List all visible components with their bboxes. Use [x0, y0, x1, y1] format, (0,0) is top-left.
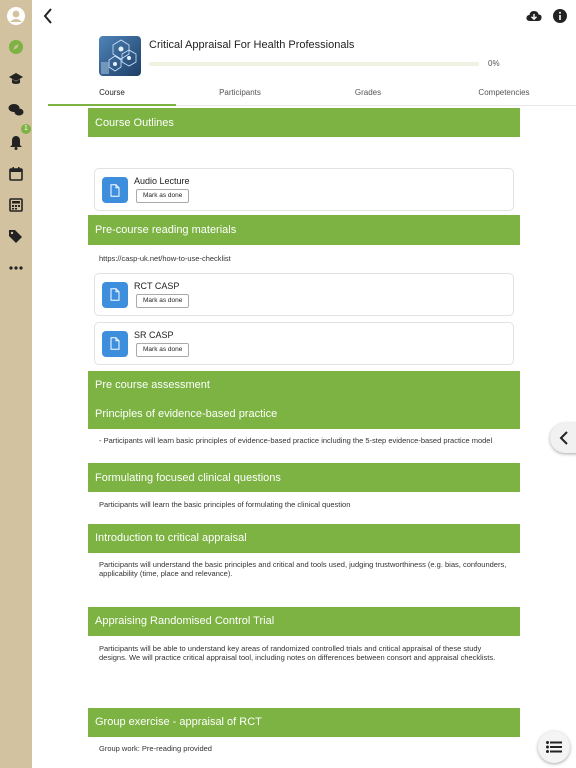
activity-title: RCT CASP: [134, 280, 180, 291]
activity-title: SR CASP: [134, 329, 174, 340]
list-icon: [546, 741, 562, 753]
section-title: Course Outlines: [88, 108, 520, 137]
file-icon: [102, 330, 128, 357]
section-title: Principles of evidence-based practice: [88, 399, 520, 429]
section-title: Group exercise - appraisal of RCT: [88, 707, 520, 737]
section-summary: Participants will be able to understand …: [99, 643, 496, 663]
tab-participants[interactable]: Participants: [176, 84, 304, 105]
activity-title: Audio Lecture: [134, 176, 190, 186]
mark-as-done-button[interactable]: Mark as done: [136, 293, 190, 308]
section-title: Pre course assessment: [88, 370, 520, 400]
courses-icon[interactable]: [0, 65, 32, 93]
course-image: [99, 36, 141, 76]
section-link[interactable]: https://casp-uk.net/how-to-use-checklist: [88, 254, 520, 264]
section-summary: Participants will learn the basic princi…: [99, 500, 351, 509]
file-icon: [102, 177, 128, 203]
info-icon[interactable]: [550, 6, 570, 26]
open-blocks-drawer-button[interactable]: [550, 423, 576, 453]
avatar-icon[interactable]: [0, 2, 32, 30]
more-icon[interactable]: [0, 254, 32, 282]
mark-as-done-button[interactable]: Mark as done: [136, 342, 190, 357]
tab-competencies[interactable]: Competencies: [432, 84, 576, 105]
notification-badge: 1: [21, 124, 31, 134]
section-summary: Group work: Pre-reading provided: [99, 743, 212, 753]
section-title: Formulating focused clinical questions: [88, 463, 520, 492]
course-index-button[interactable]: [538, 731, 570, 763]
section-summary: - Participants will learn basic principl…: [99, 435, 493, 445]
course-progress-bar: [149, 62, 479, 66]
tab-course[interactable]: Course: [48, 84, 176, 106]
download-course-icon[interactable]: [524, 6, 544, 26]
activity-audio-lecture[interactable]: Audio Lecture Mark as done: [94, 168, 514, 211]
section-title: Introduction to critical appraisal: [88, 523, 520, 553]
notifications-icon[interactable]: 1: [0, 124, 32, 156]
sidebar: 1: [0, 0, 32, 768]
mark-as-done-button[interactable]: Mark as done: [136, 189, 190, 203]
section-title: Pre-course reading materials: [88, 215, 520, 245]
section-summary: Participants will understand the basic p…: [99, 559, 507, 579]
course-content: Course Outlines Audio Lecture Mark as do…: [88, 108, 520, 768]
course-progress-label: 0%: [488, 59, 500, 68]
tags-icon[interactable]: [0, 222, 32, 250]
tab-grades[interactable]: Grades: [304, 84, 432, 105]
site-home-icon[interactable]: [0, 33, 32, 61]
back-button[interactable]: [38, 4, 58, 28]
grades-icon[interactable]: [0, 191, 32, 219]
file-icon: [102, 281, 128, 308]
activity-sr-casp[interactable]: SR CASP Mark as done: [94, 321, 514, 365]
activity-rct-casp[interactable]: RCT CASP Mark as done: [94, 272, 514, 316]
course-title: Critical Appraisal For Health Profession…: [149, 39, 355, 51]
section-title: Appraising Randomised Control Trial: [88, 606, 520, 636]
messages-icon[interactable]: [0, 96, 32, 124]
calendar-icon[interactable]: [0, 160, 32, 188]
course-tabs: Course Participants Grades Competencies: [48, 84, 576, 106]
